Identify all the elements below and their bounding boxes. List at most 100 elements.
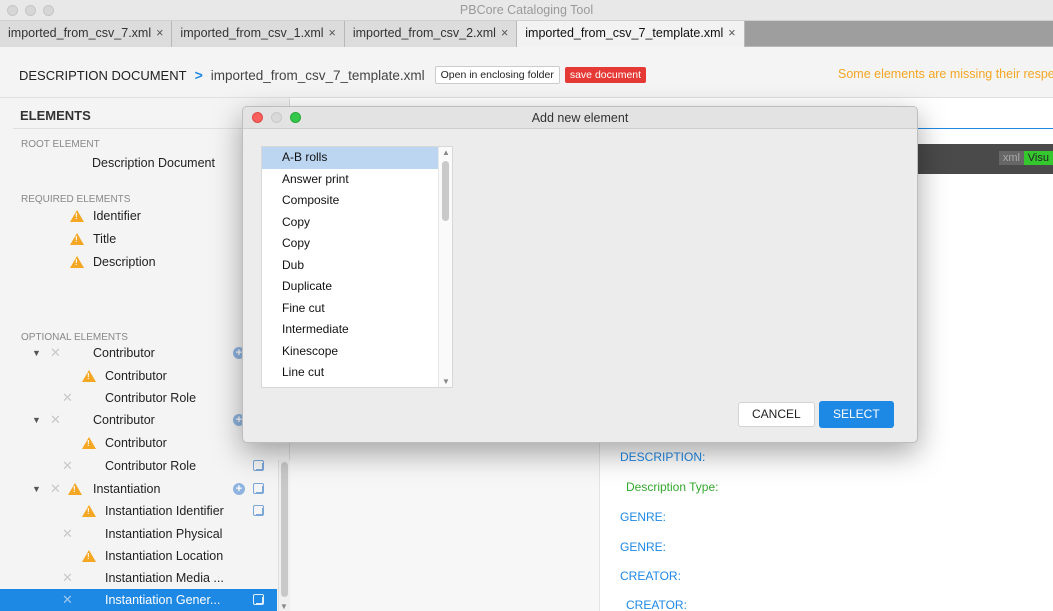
element-label: Contributor: [105, 369, 167, 383]
list-item-selected[interactable]: ✕ Instantiation Gener...: [0, 589, 277, 611]
element-label: Instantiation Gener...: [105, 593, 221, 607]
tab-label: imported_from_csv_2.xml: [352, 26, 496, 40]
list-item[interactable]: Contributor: [0, 432, 277, 454]
dialog-titlebar: Add new element: [243, 107, 917, 129]
triangle-down-icon[interactable]: ▼: [32, 342, 41, 364]
tab-imported-csv-2[interactable]: imported_from_csv_2.xml ×: [344, 21, 518, 47]
list-item-selected[interactable]: A-B rolls: [262, 147, 452, 169]
copy-icon[interactable]: [253, 594, 264, 605]
list-item[interactable]: Copy: [262, 212, 452, 234]
cancel-button[interactable]: CANCEL: [738, 402, 815, 427]
chevron-up-icon[interactable]: ▲: [442, 148, 450, 157]
missing-elements-warning: Some elements are missing their respe: [838, 67, 1053, 81]
select-button[interactable]: SELECT: [819, 401, 894, 428]
list-item[interactable]: Duplicate: [262, 276, 452, 298]
element-label: Instantiation Physical: [105, 527, 223, 541]
scrollbar-thumb[interactable]: [442, 161, 449, 221]
breadcrumb-root[interactable]: DESCRIPTION DOCUMENT: [19, 68, 187, 83]
list-item[interactable]: ▼ ✕ Contributor +: [0, 342, 277, 364]
description-label: DESCRIPTION:: [620, 450, 706, 464]
x-icon[interactable]: ✕: [50, 342, 61, 364]
plus-circle-icon[interactable]: +: [233, 483, 245, 495]
list-item[interactable]: ✕ Contributor Role: [0, 387, 277, 409]
element-label: Description: [93, 255, 156, 269]
description-type-label: Description Type:: [626, 480, 719, 494]
sidebar-scrollbar[interactable]: ▼: [278, 460, 290, 611]
x-icon[interactable]: ✕: [62, 523, 73, 545]
list-item[interactable]: Line cut: [262, 362, 452, 384]
tab-imported-csv-1[interactable]: imported_from_csv_1.xml ×: [172, 21, 345, 47]
creator-label: CREATOR:: [626, 598, 687, 611]
list-item[interactable]: ✕ Contributor Role: [0, 455, 277, 477]
list-item[interactable]: Answer print: [262, 169, 452, 191]
list-item[interactable]: Instantiation Identifier: [0, 500, 277, 522]
list-item[interactable]: ▼ ✕ Instantiation +: [0, 478, 277, 500]
element-label: Instantiation: [93, 482, 161, 496]
list-item[interactable]: ✕ Instantiation Media ...: [0, 567, 277, 589]
warning-triangle-icon: [68, 483, 82, 495]
window-title: PBCore Cataloging Tool: [459, 3, 594, 17]
list-scrollbar[interactable]: ▲ ▼: [438, 147, 452, 387]
visual-view-toggle[interactable]: Visu: [1023, 151, 1053, 165]
list-item[interactable]: Dub: [262, 255, 452, 277]
creator-label: CREATOR:: [620, 569, 681, 583]
required-item-description[interactable]: Description: [0, 251, 277, 273]
triangle-down-icon[interactable]: ▼: [32, 478, 41, 500]
warning-triangle-icon: [82, 437, 96, 449]
list-item[interactable]: Kinescope: [262, 341, 452, 363]
xml-view-toggle[interactable]: xml: [998, 151, 1024, 165]
element-type-list[interactable]: A-B rolls Answer print Composite Copy Co…: [261, 146, 453, 388]
element-label: Contributor Role: [105, 459, 197, 473]
x-icon[interactable]: ✕: [62, 589, 73, 611]
open-folder-button[interactable]: Open in enclosing folder: [434, 66, 560, 84]
warning-triangle-icon: [70, 210, 84, 222]
close-tab-icon[interactable]: ×: [156, 26, 163, 40]
tab-strip-empty: [744, 21, 1053, 46]
document-tabs: imported_from_csv_7.xml × imported_from_c…: [0, 21, 1053, 47]
list-item[interactable]: Composite: [262, 190, 452, 212]
triangle-down-icon[interactable]: ▼: [32, 409, 41, 431]
list-item[interactable]: ▼ ✕ Contributor +: [0, 409, 277, 431]
element-label: Instantiation Media ...: [105, 571, 224, 585]
close-tab-icon[interactable]: ×: [329, 26, 336, 40]
dialog-title: Add new element: [531, 111, 629, 125]
chevron-down-icon[interactable]: ▼: [442, 377, 450, 386]
root-element-name: Description Document: [92, 156, 215, 170]
chevron-down-icon[interactable]: ▼: [280, 602, 288, 611]
genre-label: GENRE:: [620, 510, 667, 524]
x-icon[interactable]: ✕: [50, 478, 61, 500]
tab-label: imported_from_csv_7.xml: [8, 26, 152, 40]
element-label: Contributor: [105, 436, 167, 450]
element-label: Instantiation Location: [105, 549, 224, 563]
warning-triangle-icon: [82, 505, 96, 517]
chevron-right-icon: >: [194, 67, 203, 83]
warning-triangle-icon: [82, 550, 96, 562]
close-tab-icon[interactable]: ×: [728, 26, 735, 40]
scrollbar-thumb[interactable]: [281, 462, 288, 597]
warning-triangle-icon: [82, 370, 96, 382]
list-item[interactable]: Contributor: [0, 365, 277, 387]
x-icon[interactable]: ✕: [50, 409, 61, 431]
required-item-title[interactable]: Title: [0, 228, 277, 250]
list-item[interactable]: Copy: [262, 233, 452, 255]
list-item[interactable]: ✕ Instantiation Physical: [0, 523, 277, 545]
required-item-identifier[interactable]: Identifier: [0, 205, 277, 227]
root-element-item[interactable]: Description Document: [0, 152, 277, 174]
close-tab-icon[interactable]: ×: [501, 26, 508, 40]
copy-icon[interactable]: [253, 483, 264, 494]
copy-icon[interactable]: [253, 505, 264, 516]
tab-imported-csv-7[interactable]: imported_from_csv_7.xml ×: [0, 21, 173, 47]
tab-imported-csv-7-template[interactable]: imported_from_csv_7_template.xml ×: [517, 21, 745, 47]
x-icon[interactable]: ✕: [62, 567, 73, 589]
genre-label: GENRE:: [620, 540, 667, 554]
copy-icon[interactable]: [253, 460, 264, 471]
tab-label: imported_from_csv_1.xml: [180, 26, 324, 40]
list-item[interactable]: Instantiation Location: [0, 545, 277, 567]
save-document-button[interactable]: save document: [564, 67, 647, 83]
x-icon[interactable]: ✕: [62, 455, 73, 477]
x-icon[interactable]: ✕: [62, 387, 73, 409]
element-label: Title: [93, 232, 117, 246]
elements-heading: ELEMENTS: [20, 108, 91, 123]
list-item[interactable]: Fine cut: [262, 298, 452, 320]
list-item[interactable]: Intermediate: [262, 319, 452, 341]
